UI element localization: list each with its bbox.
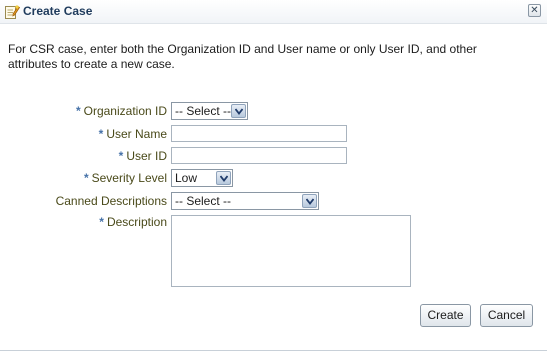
description-textarea[interactable] (171, 215, 411, 287)
create-button[interactable]: Create (420, 304, 471, 327)
instructions-text: For CSR case, enter both the Organizatio… (8, 42, 477, 71)
canned-descriptions-label: Canned Descriptions (55, 194, 167, 208)
required-marker: * (99, 215, 104, 229)
edit-document-icon (4, 4, 21, 20)
dropdown-button[interactable] (216, 171, 231, 185)
description-label: * Description (99, 215, 167, 229)
required-marker: * (98, 127, 104, 141)
required-marker: * (83, 171, 89, 185)
create-case-dialog: Create Case ✕ For CSR case, enter both t… (0, 0, 547, 351)
required-marker: * (75, 104, 81, 118)
organization-id-select[interactable]: -- Select -- (171, 102, 248, 120)
user-id-label: * User ID (118, 149, 167, 163)
user-name-label: * User Name (98, 127, 167, 141)
severity-level-select[interactable]: Low (171, 169, 233, 187)
chevron-down-icon (306, 198, 314, 205)
dialog-titlebar: Create Case ✕ (0, 0, 547, 24)
canned-descriptions-select[interactable]: -- Select -- (171, 192, 319, 210)
chevron-down-icon (235, 108, 243, 115)
user-id-input[interactable] (171, 147, 347, 164)
chevron-down-icon (220, 175, 228, 182)
close-button[interactable]: ✕ (528, 4, 541, 17)
dropdown-button[interactable] (231, 104, 246, 118)
required-marker: * (118, 149, 124, 163)
severity-level-label: * Severity Level (83, 171, 167, 185)
user-name-input[interactable] (171, 125, 347, 142)
cancel-button[interactable]: Cancel (480, 304, 533, 327)
dropdown-button[interactable] (302, 194, 317, 208)
dialog-title: Create Case (23, 4, 93, 18)
close-icon: ✕ (530, 5, 539, 16)
organization-id-label: * Organization ID (75, 104, 167, 118)
